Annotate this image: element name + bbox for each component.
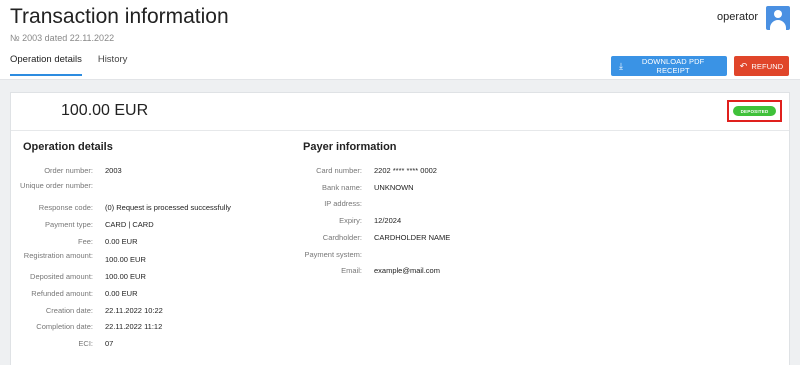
page-header: Transaction information № 2003 dated 22.… xyxy=(0,0,800,80)
tab-history[interactable]: History xyxy=(98,54,128,76)
detail-value: CARD | CARD xyxy=(105,220,154,229)
detail-value: 0.00 EUR xyxy=(105,237,138,246)
detail-row-deposited-amount: Deposited amount: 100.00 EUR xyxy=(16,272,146,281)
payer-value: CARDHOLDER NAME xyxy=(374,233,451,242)
payer-row-payment-system: Payment system: xyxy=(285,250,374,259)
detail-value: 22.11.2022 11:12 xyxy=(105,322,163,331)
detail-value: 100.00 EUR xyxy=(105,255,146,264)
detail-value: (0) Request is processed successfully xyxy=(105,203,231,212)
user-icon[interactable] xyxy=(766,6,790,30)
detail-label: Response code: xyxy=(38,203,93,212)
undo-icon: ↶ xyxy=(739,60,748,71)
detail-label: Unique order number: xyxy=(20,181,93,190)
status-badge: DEPOSITED xyxy=(733,106,776,116)
payer-row-ip-address: IP address: xyxy=(285,199,374,208)
detail-value: 100.00 EUR xyxy=(105,272,146,281)
download-pdf-receipt-button[interactable]: ⤓ DOWNLOAD PDF RECEIPT xyxy=(611,56,727,76)
page-title: Transaction information xyxy=(10,5,229,28)
detail-row-eci: ECI: 07 xyxy=(16,339,113,348)
payer-label: Payment system: xyxy=(304,250,362,259)
payer-row-expiry: Expiry: 12/2024 xyxy=(285,216,401,225)
payer-label: Expiry: xyxy=(339,216,362,225)
payer-label: IP address: xyxy=(324,199,362,208)
tab-operation-details[interactable]: Operation details xyxy=(10,54,82,76)
download-pdf-label: DOWNLOAD PDF RECEIPT xyxy=(641,57,705,75)
detail-row-refunded-amount: Refunded amount: 0.00 EUR xyxy=(16,289,138,298)
detail-label: Payment type: xyxy=(45,220,93,229)
payer-row-cardholder: Cardholder: CARDHOLDER NAME xyxy=(285,233,450,242)
detail-row-fee: Fee: 0.00 EUR xyxy=(16,237,138,246)
detail-row-response-code: Response code: (0) Request is processed … xyxy=(16,203,231,212)
payer-value: example@mail.com xyxy=(374,266,440,275)
status-highlight: DEPOSITED xyxy=(727,100,782,122)
detail-row-order-number: Order number: 2003 xyxy=(16,166,122,175)
detail-row-completion-date: Completion date: 22.11.2022 11:12 xyxy=(16,322,162,331)
download-icon: ⤓ xyxy=(619,60,624,71)
amount-bar: 100.00 EUR DEPOSITED xyxy=(11,93,789,131)
transaction-amount: 100.00 EUR xyxy=(61,102,149,119)
detail-label: Fee: xyxy=(77,237,93,246)
detail-row-registration-amount: Registration amount: 100.00 EUR xyxy=(16,251,146,264)
detail-value: 2003 xyxy=(105,166,122,175)
payer-value: UNKNOWN xyxy=(374,183,414,192)
refund-label: REFUND xyxy=(751,61,784,71)
detail-row-creation-date: Creation date: 22.11.2022 10:22 xyxy=(16,306,163,315)
detail-value: 22.11.2022 10:22 xyxy=(105,306,163,315)
payer-row-email: Email: example@mail.com xyxy=(285,266,440,275)
detail-label: Creation date: xyxy=(45,306,93,315)
payer-value: 12/2024 xyxy=(374,216,402,225)
tab-bar: Operation details History xyxy=(10,54,143,76)
detail-row-payment-type: Payment type: CARD | CARD xyxy=(16,220,154,229)
operation-details-title: Operation details xyxy=(23,141,113,153)
refund-button[interactable]: ↶ REFUND xyxy=(734,56,789,76)
detail-label: ECI: xyxy=(78,339,93,348)
payer-label: Cardholder: xyxy=(322,233,362,242)
payer-value: 2202 **** **** 0002 xyxy=(374,166,437,175)
detail-value: 0.00 EUR xyxy=(105,289,138,298)
transaction-card: 100.00 EUR DEPOSITED Operation details P… xyxy=(10,92,790,365)
detail-label: Completion date: xyxy=(36,322,93,331)
payer-row-card-number: Card number: 2202 **** **** 0002 xyxy=(285,166,437,175)
detail-row-unique-order-number: Unique order number: xyxy=(16,181,105,190)
payer-row-bank-name: Bank name: UNKNOWN xyxy=(285,183,414,192)
page-subtitle: № 2003 dated 22.11.2022 xyxy=(10,33,115,43)
detail-label: Order number: xyxy=(44,166,93,175)
detail-label: Deposited amount: xyxy=(30,272,93,281)
detail-label: Refunded amount: xyxy=(31,289,93,298)
payer-label: Card number: xyxy=(316,166,362,175)
payer-label: Email: xyxy=(341,266,362,275)
username[interactable]: operator xyxy=(717,11,758,23)
detail-value: 07 xyxy=(105,339,114,348)
user-menu[interactable]: operator xyxy=(717,6,790,30)
payer-label: Bank name: xyxy=(321,183,362,192)
payer-information-title: Payer information xyxy=(303,141,397,153)
detail-label: Registration amount: xyxy=(23,251,93,260)
